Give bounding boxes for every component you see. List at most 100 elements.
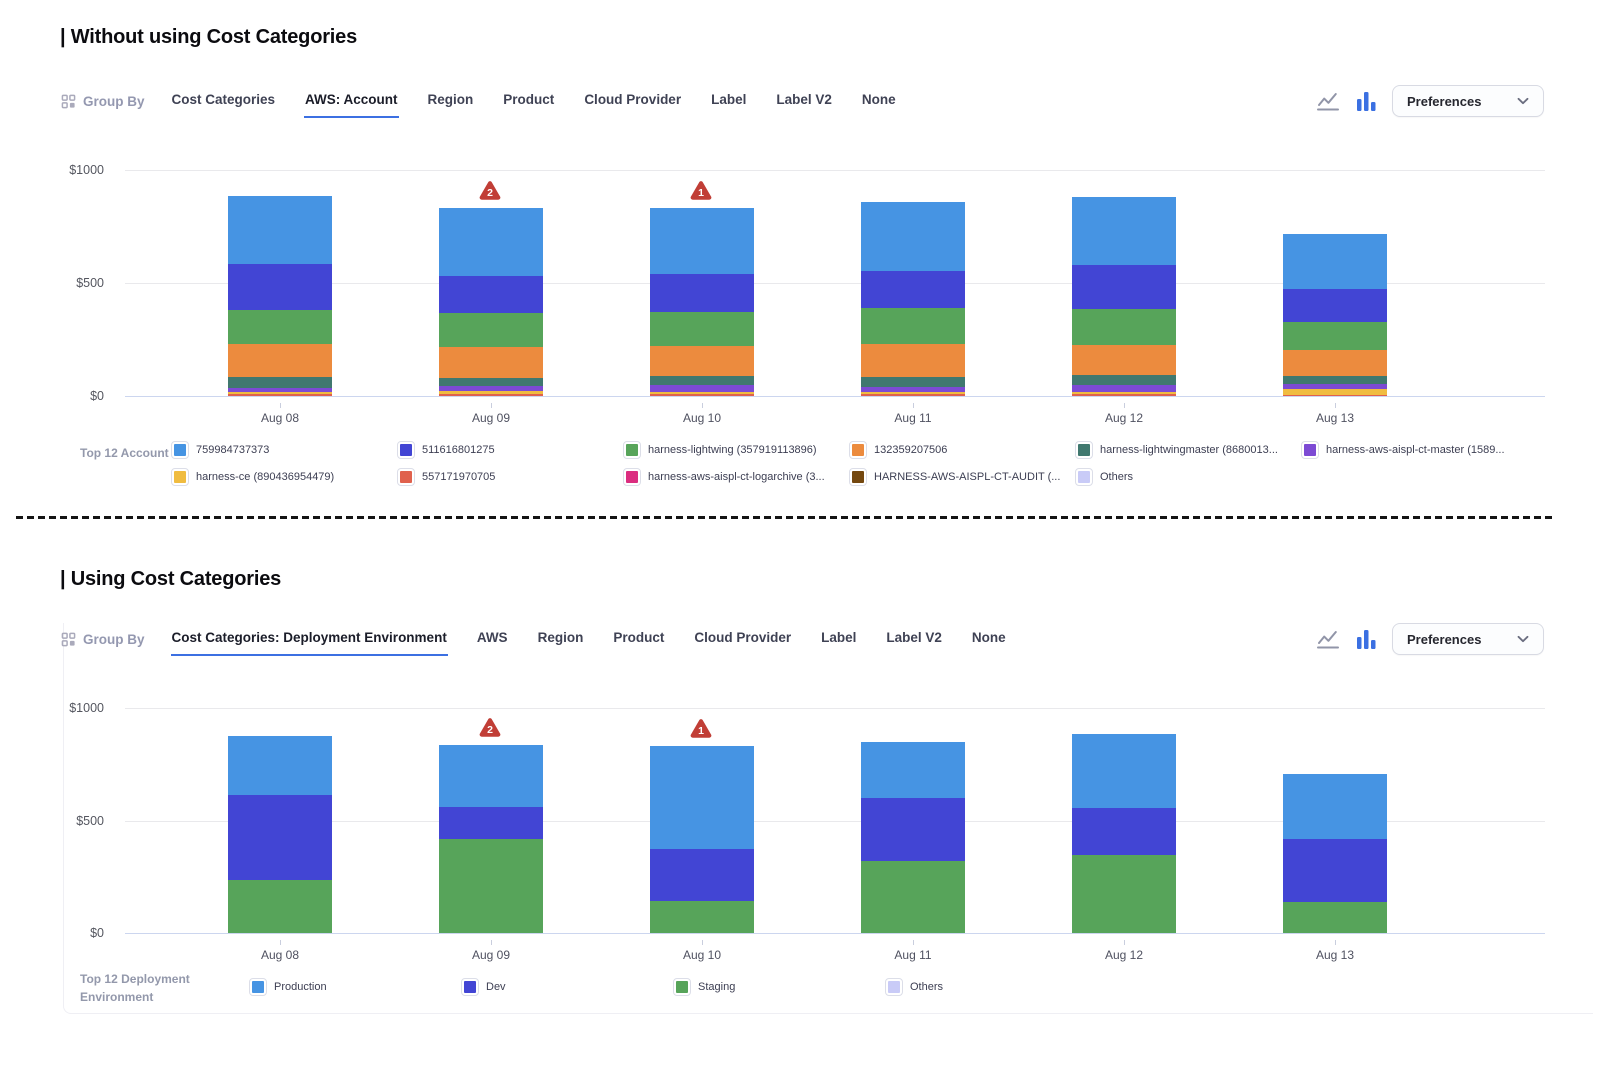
bar-segment[interactable] (650, 274, 754, 311)
legend-item[interactable]: Dev (462, 978, 674, 996)
legend-item[interactable]: harness-lightwing (357919113896) (624, 441, 850, 459)
legend-item[interactable]: harness-lightwingmaster (8680013... (1076, 441, 1302, 459)
legend-item[interactable]: 511616801275 (398, 441, 624, 459)
bar-chart-icon[interactable] (1354, 627, 1378, 651)
legend-item[interactable]: 557171970705 (398, 468, 624, 486)
bar-segment[interactable] (1283, 376, 1387, 384)
bar-segment[interactable] (439, 208, 543, 276)
bar-segment[interactable] (1283, 322, 1387, 350)
stacked-bar-aug-11[interactable] (861, 202, 965, 396)
bar-segment[interactable] (1283, 289, 1387, 322)
bar-segment[interactable] (861, 394, 965, 396)
tab-aws[interactable]: AWS (476, 623, 509, 654)
bar-segment[interactable] (1072, 394, 1176, 396)
tab-cost-categories-deployment-environment[interactable]: Cost Categories: Deployment Environment (171, 623, 448, 656)
bar-segment[interactable] (861, 344, 965, 377)
bar-segment[interactable] (1072, 855, 1176, 933)
stacked-bar-aug-10[interactable]: 1 (650, 746, 754, 933)
legend-item[interactable]: Staging (674, 978, 886, 996)
bar-segment[interactable] (228, 310, 332, 343)
bar-segment[interactable] (1072, 385, 1176, 392)
group-by-control[interactable]: Group By (60, 93, 145, 109)
bar-segment[interactable] (439, 839, 543, 933)
bar-segment[interactable] (439, 313, 543, 346)
bar-segment[interactable] (228, 344, 332, 377)
preferences-button[interactable]: Preferences (1392, 85, 1544, 117)
legend-item[interactable]: Others (1076, 468, 1302, 486)
bar-segment[interactable] (861, 798, 965, 861)
stacked-bar-aug-09[interactable]: 2 (439, 745, 543, 933)
bar-segment[interactable] (861, 377, 965, 387)
legend-item[interactable]: harness-aws-aispl-ct-master (1589... (1302, 441, 1528, 459)
bar-segment[interactable] (650, 312, 754, 346)
bar-segment[interactable] (439, 745, 543, 806)
stacked-bar-aug-13[interactable] (1283, 234, 1387, 396)
legend-item[interactable]: HARNESS-AWS-AISPL-CT-AUDIT (... (850, 468, 1076, 486)
anomaly-badge-icon[interactable]: 2 (478, 180, 502, 201)
bar-segment[interactable] (650, 746, 754, 849)
bar-segment[interactable] (1072, 309, 1176, 345)
bar-segment[interactable] (1072, 197, 1176, 266)
anomaly-badge-icon[interactable]: 2 (478, 717, 502, 738)
legend-item[interactable]: harness-aws-aispl-ct-logarchive (3... (624, 468, 850, 486)
bar-segment[interactable] (1072, 808, 1176, 855)
bar-segment[interactable] (228, 880, 332, 933)
legend-item[interactable]: Production (250, 978, 462, 996)
bar-segment[interactable] (1283, 395, 1387, 396)
bar-segment[interactable] (650, 376, 754, 385)
tab-region[interactable]: Region (537, 623, 585, 654)
bar-segment[interactable] (1283, 350, 1387, 375)
tab-cloud-provider[interactable]: Cloud Provider (693, 623, 792, 654)
bar-segment[interactable] (1072, 734, 1176, 808)
bar-segment[interactable] (650, 208, 754, 275)
tab-label-v2[interactable]: Label V2 (885, 623, 943, 654)
tab-product[interactable]: Product (502, 85, 555, 116)
stacked-bar-aug-11[interactable] (861, 742, 965, 933)
bar-segment[interactable] (228, 394, 332, 396)
bar-segment[interactable] (1283, 839, 1387, 901)
tab-label[interactable]: Label (710, 85, 747, 116)
tab-none[interactable]: None (971, 623, 1007, 654)
legend-item[interactable]: 132359207506 (850, 441, 1076, 459)
preferences-button[interactable]: Preferences (1392, 623, 1544, 655)
tab-label-v2[interactable]: Label V2 (775, 85, 833, 116)
bar-segment[interactable] (1072, 375, 1176, 385)
tab-product[interactable]: Product (612, 623, 665, 654)
tab-aws-account[interactable]: AWS: Account (304, 85, 399, 118)
bar-segment[interactable] (228, 795, 332, 880)
bar-segment[interactable] (650, 901, 754, 933)
stacked-bar-aug-08[interactable] (228, 736, 332, 933)
stacked-bar-aug-10[interactable]: 1 (650, 208, 754, 396)
tab-cost-categories[interactable]: Cost Categories (171, 85, 277, 116)
bar-segment[interactable] (861, 271, 965, 308)
legend-item[interactable]: harness-ce (890436954479) (172, 468, 398, 486)
bar-segment[interactable] (439, 378, 543, 386)
tab-cloud-provider[interactable]: Cloud Provider (583, 85, 682, 116)
bar-segment[interactable] (439, 276, 543, 313)
stacked-bar-aug-12[interactable] (1072, 734, 1176, 933)
stacked-bar-aug-12[interactable] (1072, 197, 1176, 396)
stacked-bar-aug-08[interactable] (228, 196, 332, 396)
bar-segment[interactable] (650, 385, 754, 392)
bar-segment[interactable] (861, 202, 965, 271)
anomaly-badge-icon[interactable]: 1 (689, 180, 713, 201)
bar-chart-icon[interactable] (1354, 89, 1378, 113)
bar-segment[interactable] (1072, 345, 1176, 375)
bar-segment[interactable] (861, 308, 965, 344)
bar-segment[interactable] (1283, 774, 1387, 839)
bar-segment[interactable] (439, 394, 543, 396)
line-chart-icon[interactable] (1316, 89, 1340, 113)
bar-segment[interactable] (650, 346, 754, 377)
tab-label[interactable]: Label (820, 623, 857, 654)
tab-region[interactable]: Region (427, 85, 475, 116)
bar-segment[interactable] (1072, 265, 1176, 308)
legend-item[interactable]: 759984737373 (172, 441, 398, 459)
bar-segment[interactable] (861, 742, 965, 798)
tab-none[interactable]: None (861, 85, 897, 116)
bar-segment[interactable] (228, 264, 332, 310)
bar-segment[interactable] (439, 347, 543, 378)
group-by-control[interactable]: Group By (60, 631, 145, 647)
anomaly-badge-icon[interactable]: 1 (689, 718, 713, 739)
bar-segment[interactable] (861, 861, 965, 933)
stacked-bar-aug-09[interactable]: 2 (439, 208, 543, 396)
